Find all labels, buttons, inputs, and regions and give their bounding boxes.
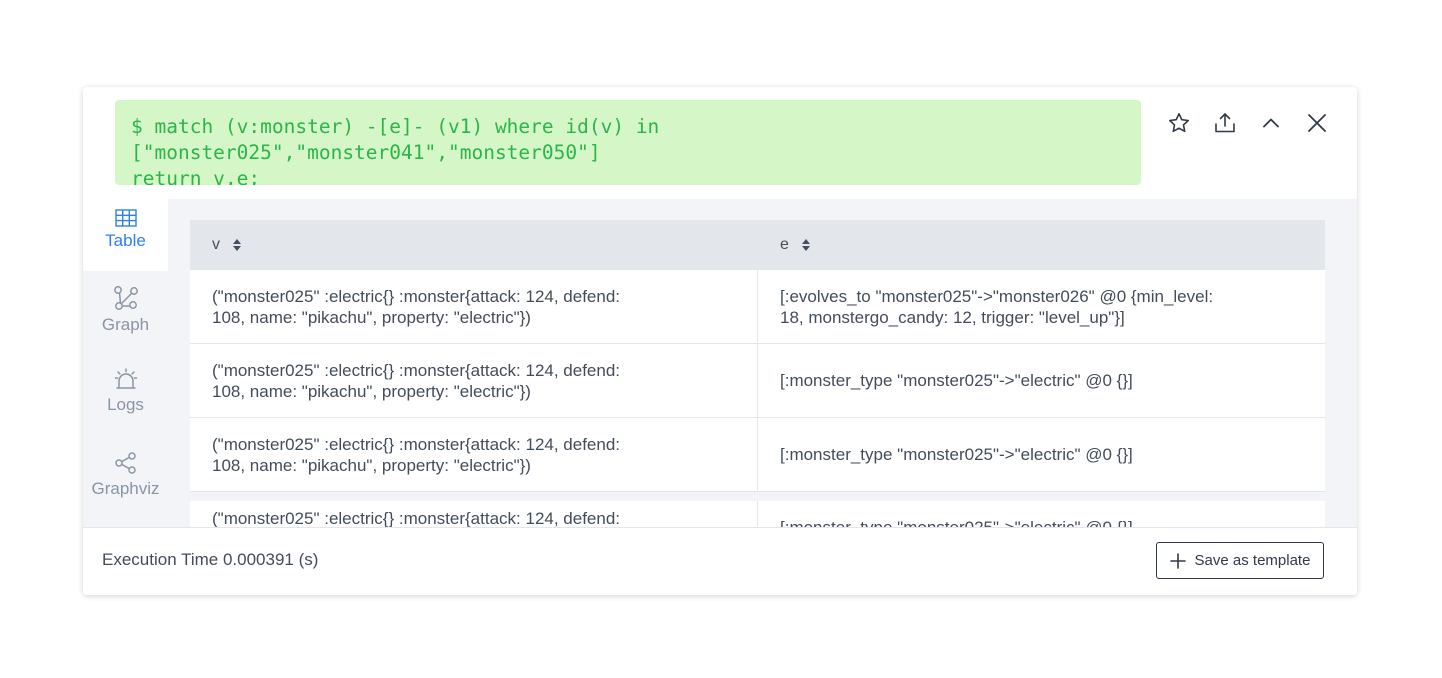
save-as-template-label: Save as template [1194, 552, 1311, 569]
export-icon[interactable] [1209, 107, 1241, 139]
cell-text: ("monster025" :electric{} :monster{attac… [212, 509, 621, 527]
table-cell: ("monster025" :electric{} :monster{attac… [190, 344, 758, 417]
view-sidebar: Table Graph Logs Graphviz [83, 199, 168, 527]
result-body: Table Graph Logs Graphviz v e ("monster0… [83, 199, 1357, 527]
cell-text: [:monster_type "monster025"->"electric" … [780, 371, 1133, 390]
console-result-card: $ match (v:monster) -[e]- (v1) where id(… [83, 87, 1357, 595]
sidebar-label-logs: Logs [107, 395, 144, 414]
collapse-icon[interactable] [1255, 107, 1287, 139]
table-cell: [:monster_type "monster025"->"electric" … [758, 501, 1325, 527]
execution-time: Execution Time 0.000391 (s) [102, 550, 319, 569]
query-line-1: $ match (v:monster) -[e]- (v1) where id(… [131, 115, 672, 164]
cell-text: ("monster025" :electric{} :monster{attac… [212, 286, 621, 327]
cell-text: [:monster_type "monster025"->"electric" … [780, 445, 1133, 464]
close-icon[interactable] [1301, 107, 1333, 139]
table-cell: [:monster_type "monster025"->"electric" … [758, 344, 1325, 417]
sidebar-label-graphviz: Graphviz [91, 479, 160, 498]
save-as-template-button[interactable]: Save as template [1156, 542, 1324, 579]
table-header: v e [190, 220, 1325, 270]
query-line-2: return v,e; [131, 167, 261, 185]
column-header-v[interactable]: v [190, 236, 758, 254]
column-label-v: v [212, 236, 220, 253]
column-label-e: e [780, 236, 789, 253]
column-header-e[interactable]: e [758, 236, 1325, 254]
sidebar-label-table: Table [105, 231, 146, 250]
table-row: ("monster025" :electric{} :monster{attac… [190, 501, 1325, 527]
result-table: v e ("monster025" :electric{} :monster{a… [190, 220, 1325, 527]
sidebar-label-graph: Graph [101, 315, 150, 334]
table-cell: [:evolves_to "monster025"->"monster026" … [758, 270, 1325, 343]
table-row: ("monster025" :electric{} :monster{attac… [190, 270, 1325, 344]
star-icon[interactable] [1163, 107, 1195, 139]
query-display[interactable]: $ match (v:monster) -[e]- (v1) where id(… [115, 100, 1141, 185]
cell-text: [:evolves_to "monster025"->"monster026" … [780, 286, 1214, 327]
sort-icon[interactable] [232, 238, 242, 252]
table-cell: ("monster025" :electric{} :monster{attac… [190, 501, 758, 527]
share-icon [114, 452, 136, 474]
cell-text: [:monster_type "monster025"->"electric" … [780, 517, 1133, 527]
sidebar-item-graph[interactable]: Graph [83, 285, 168, 335]
cell-text: ("monster025" :electric{} :monster{attac… [212, 360, 621, 401]
header-actions [1163, 107, 1333, 139]
table-cell: ("monster025" :electric{} :monster{attac… [190, 418, 758, 491]
sidebar-item-table[interactable]: Table [83, 199, 168, 271]
sidebar-item-graphviz[interactable]: Graphviz [83, 451, 168, 499]
graph-icon [113, 286, 138, 310]
sidebar-item-logs[interactable]: Logs [83, 367, 168, 415]
result-footer: Execution Time 0.000391 (s) Save as temp… [83, 527, 1357, 595]
sort-icon[interactable] [801, 238, 811, 252]
cell-text: ("monster025" :electric{} :monster{attac… [212, 434, 621, 475]
logs-icon [114, 368, 137, 389]
table-cell: [:monster_type "monster025"->"electric" … [758, 418, 1325, 491]
result-header: $ match (v:monster) -[e]- (v1) where id(… [83, 87, 1357, 200]
table-icon [114, 209, 137, 227]
table-row: ("monster025" :electric{} :monster{attac… [190, 344, 1325, 418]
table-row: ("monster025" :electric{} :monster{attac… [190, 418, 1325, 492]
table-cell: ("monster025" :electric{} :monster{attac… [190, 270, 758, 343]
plus-icon [1169, 552, 1186, 569]
